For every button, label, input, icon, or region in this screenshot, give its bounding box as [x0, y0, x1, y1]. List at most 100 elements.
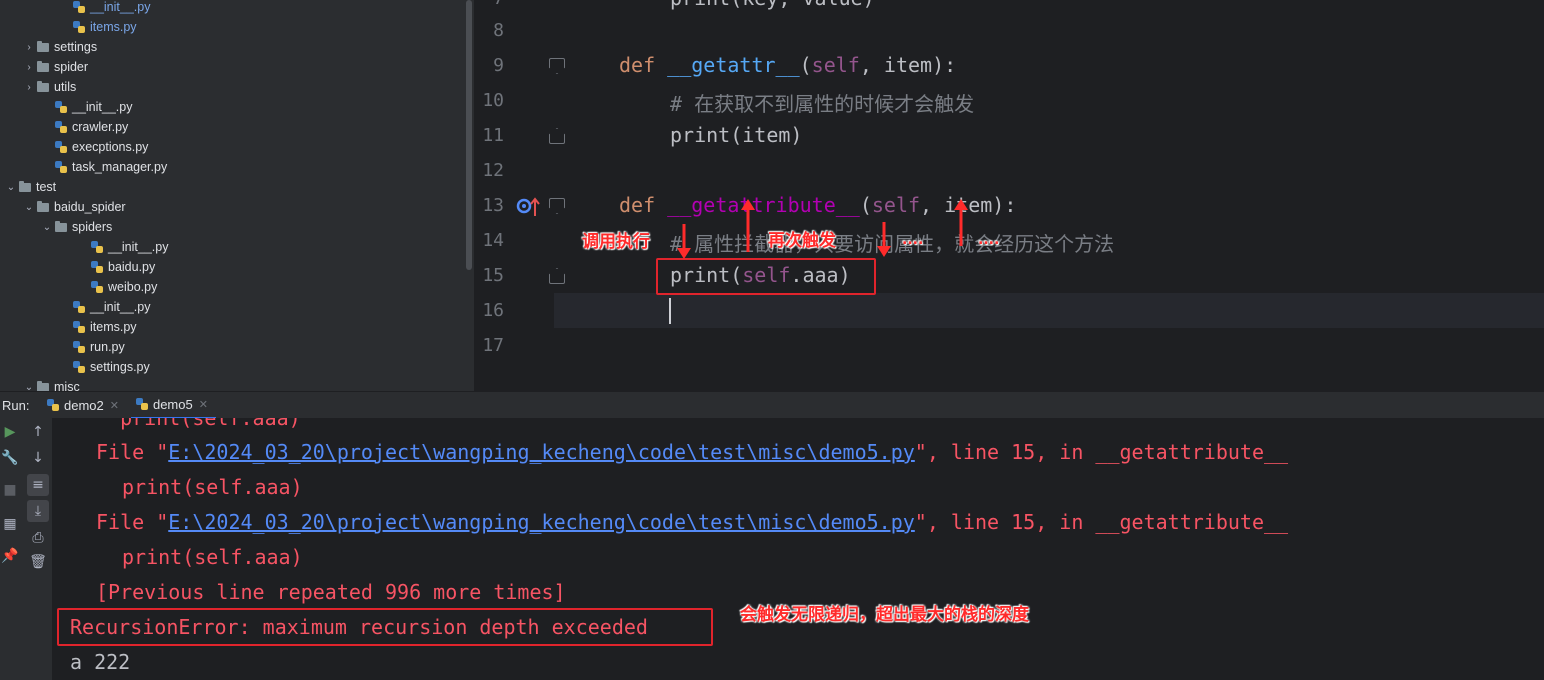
- chevron-down-icon[interactable]: ⌄: [40, 222, 54, 233]
- tree-item-label: run.py: [90, 340, 125, 354]
- annotation-dots: ....: [978, 232, 1000, 248]
- stop-icon[interactable]: ■: [0, 480, 20, 500]
- paren: (: [859, 193, 872, 217]
- close-icon[interactable]: ✕: [199, 398, 208, 411]
- tree-item[interactable]: › spider: [0, 57, 474, 77]
- tab-demo2[interactable]: demo2 ✕: [42, 392, 127, 419]
- tree-item-label: baidu.py: [108, 260, 156, 274]
- arrow-up-icon: [741, 199, 755, 252]
- highlight-box-error: [57, 608, 713, 646]
- tree-item-label: __init__.py: [108, 240, 169, 254]
- python-file-icon: [46, 398, 60, 412]
- tree-item[interactable]: run.py: [0, 337, 474, 357]
- self-param: self: [811, 53, 860, 77]
- tree-item-label: test: [36, 180, 57, 194]
- tree-item-label: spiders: [72, 220, 113, 234]
- file-path-link[interactable]: E:\2024_03_20\project\wangping_kecheng\c…: [168, 510, 915, 534]
- line-number: 15: [482, 265, 504, 286]
- console-line: print(self.aaa): [122, 475, 303, 499]
- code-line-11: print(item): [670, 123, 803, 147]
- chevron-right-icon[interactable]: ›: [22, 42, 36, 53]
- tree-item-label: baidu_spider: [54, 200, 126, 214]
- line-number: 9: [493, 55, 504, 76]
- chevron-down-icon[interactable]: ⌄: [22, 202, 36, 213]
- scroll-to-end-icon[interactable]: ⤓: [27, 500, 49, 522]
- tree-item-label: items.py: [90, 320, 137, 334]
- code-line-10: # 在获取不到属性的时候才会触发: [670, 92, 975, 116]
- tree-item[interactable]: items.py: [0, 17, 474, 37]
- tree-item[interactable]: __init__.py: [0, 237, 474, 257]
- tree-item[interactable]: ⌄ spiders: [0, 217, 474, 237]
- tree-item[interactable]: execptions.py: [0, 137, 474, 157]
- tree-item[interactable]: __init__.py: [0, 0, 474, 17]
- fold-open-icon[interactable]: [549, 58, 565, 74]
- tree-item[interactable]: __init__.py: [0, 297, 474, 317]
- tree-item[interactable]: weibo.py: [0, 277, 474, 297]
- tree-item[interactable]: ⌄ misc: [0, 377, 474, 391]
- file-suffix: ", line 15, in __getattribute__: [914, 440, 1289, 464]
- close-icon[interactable]: ✕: [110, 399, 119, 412]
- tab-demo5[interactable]: demo5 ✕: [130, 392, 216, 419]
- rerun-icon[interactable]: ▶: [0, 422, 20, 442]
- chevron-right-icon[interactable]: ›: [22, 62, 36, 73]
- tree-item-label: settings.py: [90, 360, 150, 374]
- folder-icon: [36, 80, 50, 94]
- current-line-highlight: [554, 293, 1544, 328]
- chevron-down-icon[interactable]: ⌄: [4, 182, 18, 193]
- tree-item[interactable]: › settings: [0, 37, 474, 57]
- tree-item[interactable]: baidu.py: [0, 257, 474, 277]
- fold-close-icon[interactable]: [549, 128, 565, 144]
- tree-item[interactable]: ⌄ baidu_spider: [0, 197, 474, 217]
- pin-icon[interactable]: 📌: [0, 546, 20, 566]
- trash-icon[interactable]: 🗑: [28, 552, 48, 572]
- print-icon[interactable]: ⎙: [28, 528, 48, 548]
- python-file-icon: [72, 340, 86, 354]
- fold-open-icon[interactable]: [549, 198, 565, 214]
- tree-item[interactable]: task_manager.py: [0, 157, 474, 177]
- project-tree: __init__.py items.py › settings › spider › util…: [0, 0, 474, 391]
- tree-item[interactable]: __init__.py: [0, 97, 474, 117]
- keyword-def: def: [619, 53, 668, 77]
- folder-icon: [36, 60, 50, 74]
- run-console[interactable]: print(self.aaa) File "E:\2024_03_20\proj…: [52, 418, 1544, 680]
- soft-wrap-icon[interactable]: ≡: [27, 474, 49, 496]
- chevron-right-icon[interactable]: ›: [22, 82, 36, 93]
- annotation-call-exec: 调用执行: [582, 232, 650, 252]
- line-number: 7: [474, 0, 504, 9]
- layout-icon[interactable]: ▦: [0, 514, 20, 534]
- override-method-icon[interactable]: [516, 196, 542, 218]
- arrow-up-icon: [954, 199, 968, 246]
- tree-item[interactable]: settings.py: [0, 357, 474, 377]
- line-number: 11: [482, 125, 504, 146]
- tree-item-label: settings: [54, 40, 98, 54]
- folder-icon: [18, 180, 32, 194]
- tree-item-label: items.py: [90, 20, 137, 34]
- tree-item[interactable]: crawler.py: [0, 117, 474, 137]
- tree-item[interactable]: ⌄ test: [0, 177, 474, 197]
- tree-item-label: misc: [54, 380, 80, 391]
- run-label: Run:: [2, 397, 30, 413]
- annotation-infinite-recursion: 会触发无限递归，超出最大的栈的深度: [740, 605, 1029, 625]
- fold-close-icon[interactable]: [549, 268, 565, 284]
- wrench-icon[interactable]: 🔧: [0, 448, 20, 468]
- keyword-def: def: [619, 193, 668, 217]
- line-number: 8: [493, 20, 504, 41]
- file-path-link[interactable]: E:\2024_03_20\project\wangping_kecheng\c…: [168, 440, 915, 464]
- tree-scrollbar[interactable]: [466, 0, 472, 270]
- python-file-icon: [90, 280, 104, 294]
- python-file-icon: [54, 120, 68, 134]
- tree-item-label: __init__.py: [90, 300, 151, 314]
- arrow-up-icon[interactable]: ↑: [28, 422, 48, 442]
- tree-item[interactable]: items.py: [0, 317, 474, 337]
- tree-item[interactable]: › utils: [0, 77, 474, 97]
- arrow-down-icon[interactable]: ↓: [28, 448, 48, 468]
- line-number: 12: [482, 160, 504, 181]
- python-file-icon: [54, 140, 68, 154]
- code-editor[interactable]: 7 8 9 10 11 12 13 14 15 16 17 print(key,…: [474, 0, 1544, 391]
- python-file-icon: [72, 320, 86, 334]
- tree-item-label: task_manager.py: [72, 160, 168, 174]
- line-number: 17: [482, 335, 504, 356]
- chevron-down-icon[interactable]: ⌄: [22, 382, 36, 392]
- console-repeated-line: [Previous line repeated 996 more times]: [96, 580, 566, 604]
- run-toolbar: ▶ 🔧 ■ ▦ 📌 ↑ ↓ ≡ ⤓ ⎙ 🗑: [0, 418, 52, 680]
